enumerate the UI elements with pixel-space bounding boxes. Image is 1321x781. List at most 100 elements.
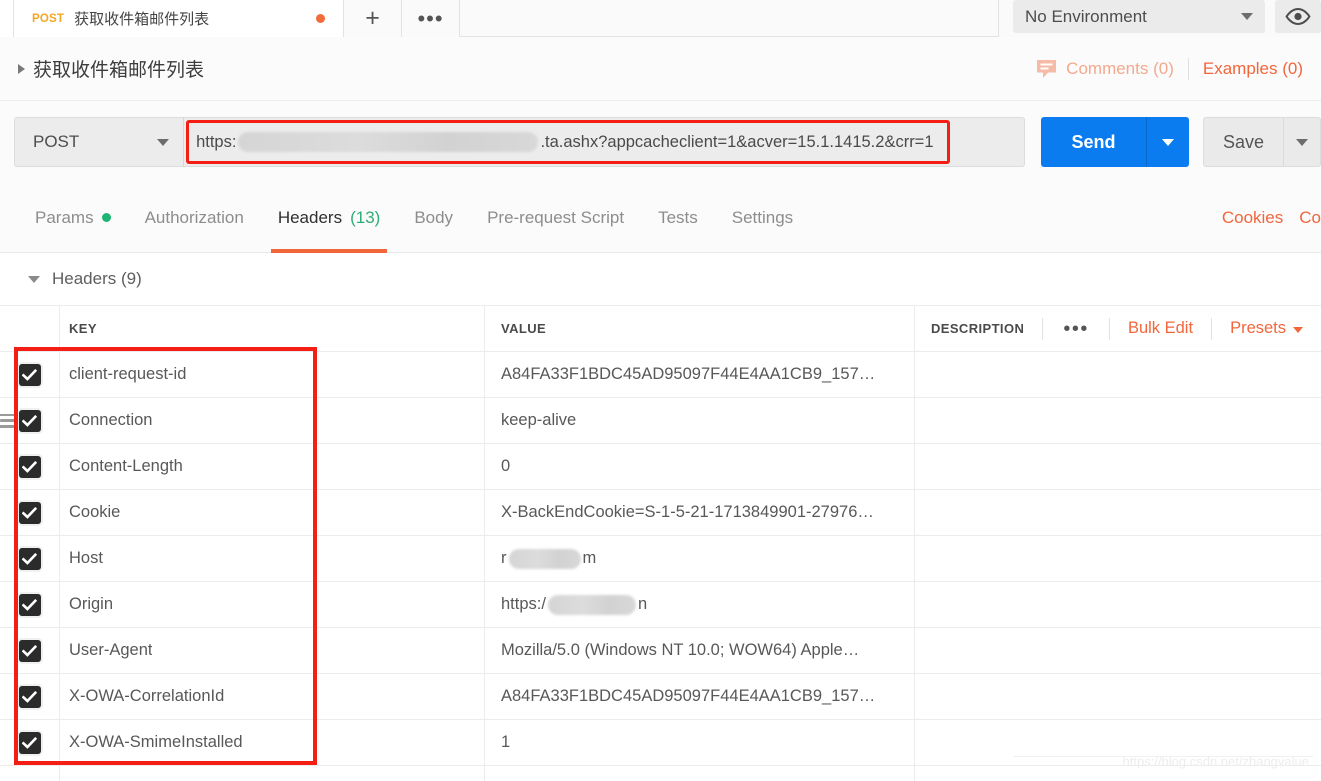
row-checkbox-cell[interactable] — [0, 536, 60, 581]
table-row[interactable]: X-OWA-CorrelationId A84FA33F1BDC45AD9509… — [0, 674, 1321, 720]
row-key-cell[interactable]: Content-Length — [60, 444, 485, 489]
presets-button[interactable]: Presets — [1212, 319, 1321, 338]
row-value-cell[interactable] — [485, 766, 915, 781]
row-description-cell[interactable] — [915, 490, 1321, 535]
code-link[interactable]: Co — [1299, 208, 1321, 228]
row-description-cell[interactable] — [915, 398, 1321, 443]
row-value-cell[interactable]: 0 — [485, 444, 915, 489]
row-value-cell[interactable]: keep-alive — [485, 398, 915, 443]
tab-body[interactable]: Body — [397, 183, 470, 253]
row-value-cell[interactable]: A84FA33F1BDC45AD95097F44E4AA1CB9_157… — [485, 352, 915, 397]
tab-tests[interactable]: Tests — [641, 183, 715, 253]
drag-handle-icon[interactable] — [0, 414, 18, 428]
header-value: r — [501, 549, 507, 568]
row-key-cell[interactable]: Cookie — [60, 490, 485, 535]
url-input[interactable]: https: .ta.ashx?appcacheclient=1&acver=1… — [184, 132, 933, 152]
expand-right-icon[interactable] — [18, 64, 25, 74]
environment-quick-look-button[interactable] — [1275, 0, 1321, 33]
table-row[interactable]: Cookie X-BackEndCookie=S-1-5-21-17138499… — [0, 490, 1321, 536]
save-options-button[interactable] — [1284, 118, 1320, 166]
tab-authorization[interactable]: Authorization — [128, 183, 261, 253]
row-checkbox[interactable] — [19, 594, 41, 616]
table-row[interactable]: User-Agent Mozilla/5.0 (Windows NT 10.0;… — [0, 628, 1321, 674]
row-key-cell[interactable]: X-OWA-CorrelationId — [60, 674, 485, 719]
tab-tests-label: Tests — [658, 208, 698, 228]
tab-settings[interactable]: Settings — [715, 183, 810, 253]
redacted-origin-value — [548, 595, 636, 615]
examples-button[interactable]: Examples (0) — [1203, 59, 1303, 79]
row-key-cell[interactable]: Connection — [60, 398, 485, 443]
row-value-cell[interactable]: X-BackEndCookie=S-1-5-21-1713849901-2797… — [485, 490, 915, 535]
row-description-cell[interactable] — [915, 628, 1321, 673]
new-tab-button[interactable]: + — [344, 0, 402, 37]
tab-options-button[interactable]: ••• — [402, 0, 460, 37]
save-button[interactable]: Save — [1203, 117, 1321, 167]
tab-headers[interactable]: Headers (13) — [261, 183, 398, 253]
bulk-edit-button[interactable]: Bulk Edit — [1110, 319, 1211, 338]
row-checkbox[interactable] — [19, 640, 41, 662]
tab-pre-request-script[interactable]: Pre-request Script — [470, 183, 641, 253]
row-checkbox-cell[interactable] — [0, 352, 60, 397]
table-options-button[interactable]: ••• — [1043, 325, 1109, 333]
header-value: https:/ — [501, 595, 546, 614]
breadcrumb-bar: 获取收件箱邮件列表 Comments (0) Examples (0) — [0, 37, 1321, 101]
row-description-cell[interactable] — [915, 582, 1321, 627]
row-checkbox-cell[interactable] — [0, 582, 60, 627]
row-value-cell[interactable]: https:/ n — [485, 582, 915, 627]
row-checkbox[interactable] — [19, 548, 41, 570]
table-row[interactable]: Content-Length 0 — [0, 444, 1321, 490]
row-description-cell[interactable] — [915, 444, 1321, 489]
url-suffix: .ta.ashx?appcacheclient=1&acver=15.1.141… — [540, 133, 933, 152]
row-checkbox[interactable] — [19, 686, 41, 708]
row-value-cell[interactable]: A84FA33F1BDC45AD95097F44E4AA1CB9_157… — [485, 674, 915, 719]
row-description-cell[interactable] — [915, 674, 1321, 719]
row-checkbox[interactable] — [19, 410, 41, 432]
table-row[interactable]: client-request-id A84FA33F1BDC45AD95097F… — [0, 352, 1321, 398]
row-checkbox[interactable] — [19, 732, 41, 754]
table-row[interactable]: Connection keep-alive — [0, 398, 1321, 444]
cookies-link[interactable]: Cookies — [1222, 208, 1283, 228]
request-tabs-right-links: Cookies Co — [1222, 208, 1321, 228]
send-options-button[interactable] — [1147, 117, 1189, 167]
tab-active-request[interactable]: POST 获取收件箱邮件列表 — [14, 0, 344, 37]
tab-headers-count: (13) — [350, 208, 380, 228]
http-method-selector[interactable]: POST — [14, 117, 183, 167]
row-checkbox-cell[interactable] — [0, 674, 60, 719]
url-input-wrapper[interactable]: https: .ta.ashx?appcacheclient=1&acver=1… — [183, 117, 1025, 167]
row-checkbox-cell[interactable] — [0, 766, 60, 781]
row-key-cell[interactable]: User-Agent — [60, 628, 485, 673]
row-key-cell[interactable]: client-request-id — [60, 352, 485, 397]
comments-button[interactable]: Comments (0) — [1036, 59, 1174, 79]
tab-params[interactable]: Params — [18, 183, 128, 253]
row-description-cell[interactable] — [915, 352, 1321, 397]
table-row[interactable]: Host r m — [0, 536, 1321, 582]
row-key-cell[interactable] — [60, 766, 485, 781]
params-modified-dot-icon — [102, 213, 111, 222]
table-row[interactable]: Origin https:/ n — [0, 582, 1321, 628]
headers-section-toggle[interactable]: Headers (9) — [0, 253, 1321, 306]
row-checkbox-cell[interactable] — [0, 444, 60, 489]
row-key-cell[interactable]: Host — [60, 536, 485, 581]
row-value-cell[interactable]: r m — [485, 536, 915, 581]
tab-strip: POST 获取收件箱邮件列表 + ••• No Environment — [0, 0, 1321, 37]
row-value-cell[interactable]: Mozilla/5.0 (Windows NT 10.0; WOW64) App… — [485, 628, 915, 673]
row-key-cell[interactable]: X-OWA-SmimeInstalled — [60, 720, 485, 765]
row-description-cell[interactable] — [915, 536, 1321, 581]
row-value-cell[interactable]: 1 — [485, 720, 915, 765]
row-checkbox-cell[interactable] — [0, 720, 60, 765]
environment-selector[interactable]: No Environment — [1013, 0, 1265, 33]
row-checkbox-cell[interactable] — [0, 490, 60, 535]
header-key: client-request-id — [69, 365, 186, 384]
row-checkbox[interactable] — [19, 456, 41, 478]
headers-table-actions: ••• Bulk Edit Presets — [1042, 318, 1321, 340]
chevron-down-icon — [28, 276, 40, 283]
row-checkbox[interactable] — [19, 502, 41, 524]
page-title: 获取收件箱邮件列表 — [33, 55, 204, 82]
send-button[interactable]: Send — [1041, 117, 1189, 167]
row-checkbox-cell[interactable] — [0, 628, 60, 673]
row-checkbox[interactable] — [19, 364, 41, 386]
row-checkbox-cell[interactable] — [0, 398, 60, 443]
previous-tab-edge[interactable] — [0, 0, 14, 37]
request-section-tabs: Params Authorization Headers (13) Body P… — [0, 183, 1321, 253]
row-key-cell[interactable]: Origin — [60, 582, 485, 627]
